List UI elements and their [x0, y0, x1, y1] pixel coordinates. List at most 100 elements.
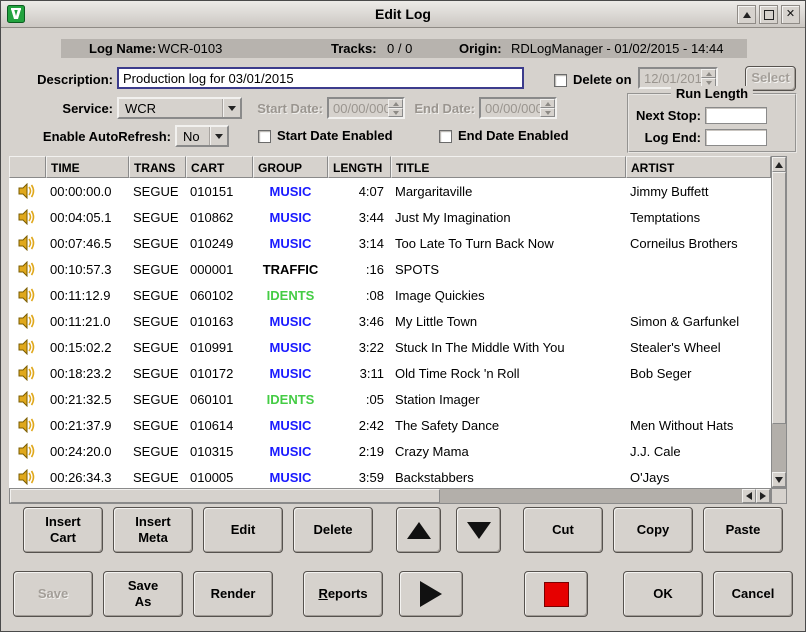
cell-time: 00:07:46.5 — [46, 236, 129, 251]
table-row[interactable]: 00:15:02.2 SEGUE 010991 MUSIC 3:22 Stuck… — [9, 334, 771, 360]
cut-button[interactable]: Cut — [523, 507, 603, 553]
speaker-icon — [18, 313, 37, 329]
save-button: Save — [13, 571, 93, 617]
cell-title: Old Time Rock 'n Roll — [391, 366, 626, 381]
tracks-label: Tracks: — [331, 41, 377, 56]
column-header[interactable]: TRANS — [129, 156, 186, 178]
cell-artist: Stealer's Wheel — [626, 340, 771, 355]
vertical-scroll-thumb[interactable] — [772, 172, 786, 424]
start-date-label: Start Date: — [245, 101, 323, 116]
table-row[interactable]: 00:11:21.0 SEGUE 010163 MUSIC 3:46 My Li… — [9, 308, 771, 334]
spin-up-icon — [545, 102, 551, 106]
start-date-value: 00/00/0000 — [329, 99, 388, 117]
spinner-arrows — [540, 99, 555, 117]
end-date-enabled-checkbox[interactable] — [439, 130, 452, 143]
move-up-button[interactable] — [396, 507, 441, 553]
cell-artist: J.J. Cale — [626, 444, 771, 459]
move-down-button[interactable] — [456, 507, 501, 553]
cell-group: MUSIC — [253, 470, 328, 485]
table-body: 00:00:00.0 SEGUE 010151 MUSIC 4:07 Marga… — [9, 178, 771, 488]
table-row[interactable]: 00:11:12.9 SEGUE 060102 IDENTS :08 Image… — [9, 282, 771, 308]
paste-button[interactable]: Paste — [703, 507, 783, 553]
delete-button[interactable]: Delete — [293, 507, 373, 553]
table-row[interactable]: 00:24:20.0 SEGUE 010315 MUSIC 2:19 Crazy… — [9, 438, 771, 464]
spin-up-button[interactable] — [701, 69, 716, 78]
table-row[interactable]: 00:26:34.3 SEGUE 010005 MUSIC 3:59 Backs… — [9, 464, 771, 488]
cell-title: Backstabbers — [391, 470, 626, 485]
scroll-down-button[interactable] — [772, 472, 786, 487]
cell-trans: SEGUE — [129, 340, 186, 355]
render-button[interactable]: Render — [193, 571, 273, 617]
table-row[interactable]: 00:00:00.0 SEGUE 010151 MUSIC 4:07 Marga… — [9, 178, 771, 204]
scroll-left-button[interactable] — [742, 489, 756, 503]
cell-cart: 010151 — [186, 184, 253, 199]
right-arrow-icon — [760, 492, 766, 500]
end-date-value: 00/00/0000 — [481, 99, 540, 117]
cell-length: 3:59 — [328, 470, 391, 485]
speaker-icon — [18, 391, 37, 407]
vertical-scrollbar[interactable] — [771, 156, 787, 488]
cell-artist: Simon & Garfunkel — [626, 314, 771, 329]
description-input[interactable] — [117, 67, 524, 89]
window-controls: ✕ — [737, 5, 800, 24]
shade-button[interactable] — [737, 5, 756, 24]
close-button[interactable]: ✕ — [781, 5, 800, 24]
stop-button[interactable] — [524, 571, 588, 617]
horizontal-scroll-thumb[interactable] — [10, 489, 440, 503]
horizontal-scrollbar[interactable] — [9, 488, 771, 504]
column-header[interactable] — [9, 156, 46, 178]
cell-cart: 060101 — [186, 392, 253, 407]
speaker-icon — [18, 339, 37, 355]
column-header[interactable]: CART — [186, 156, 253, 178]
cell-group: IDENTS — [253, 392, 328, 407]
cell-group: TRAFFIC — [253, 262, 328, 277]
chevron-down-icon — [215, 134, 223, 139]
table-row[interactable]: 00:04:05.1 SEGUE 010862 MUSIC 3:44 Just … — [9, 204, 771, 230]
cell-artist: Men Without Hats — [626, 418, 771, 433]
scroll-up-button[interactable] — [772, 157, 786, 172]
service-select[interactable]: WCR — [117, 97, 242, 119]
column-header[interactable]: ARTIST — [626, 156, 771, 178]
delete-on-checkbox[interactable] — [554, 74, 567, 87]
cell-cart: 010249 — [186, 236, 253, 251]
end-date-enabled-label: End Date Enabled — [458, 128, 569, 143]
down-arrow-icon — [775, 477, 783, 483]
cell-artist: Temptations — [626, 210, 771, 225]
column-header[interactable]: TITLE — [391, 156, 626, 178]
column-header[interactable]: LENGTH — [328, 156, 391, 178]
cell-cart: 010005 — [186, 470, 253, 485]
column-header[interactable]: TIME — [46, 156, 129, 178]
insert-meta-button[interactable]: Insert Meta — [113, 507, 193, 553]
cell-length: :05 — [328, 392, 391, 407]
table-row[interactable]: 00:10:57.3 SEGUE 000001 TRAFFIC :16 SPOT… — [9, 256, 771, 282]
table-row[interactable]: 00:07:46.5 SEGUE 010249 MUSIC 3:14 Too L… — [9, 230, 771, 256]
scroll-right-button[interactable] — [756, 489, 770, 503]
spin-up-icon — [706, 72, 712, 76]
play-button[interactable] — [399, 571, 463, 617]
cell-group: MUSIC — [253, 418, 328, 433]
cancel-button[interactable]: Cancel — [713, 571, 793, 617]
column-header[interactable]: GROUP — [253, 156, 328, 178]
table-row[interactable]: 00:18:23.2 SEGUE 010172 MUSIC 3:11 Old T… — [9, 360, 771, 386]
ok-button[interactable]: OK — [623, 571, 703, 617]
table-row[interactable]: 00:21:37.9 SEGUE 010614 MUSIC 2:42 The S… — [9, 412, 771, 438]
reports-button[interactable]: Reports — [303, 571, 383, 617]
table-row[interactable]: 00:21:32.5 SEGUE 060101 IDENTS :05 Stati… — [9, 386, 771, 412]
cell-length: 3:11 — [328, 366, 391, 381]
start-date-enabled-checkbox[interactable] — [258, 130, 271, 143]
up-arrow-icon — [775, 162, 783, 168]
speaker-icon — [18, 417, 37, 433]
cell-artist: O'Jays — [626, 470, 771, 485]
edit-button[interactable]: Edit — [203, 507, 283, 553]
run-length-title: Run Length — [671, 86, 753, 101]
tracks-value: 0 / 0 — [387, 41, 412, 56]
cell-artist: Bob Seger — [626, 366, 771, 381]
save-as-button[interactable]: Save As — [103, 571, 183, 617]
autorefresh-select[interactable]: No — [175, 125, 229, 147]
spin-down-button — [388, 108, 403, 117]
autorefresh-value: No — [177, 127, 209, 145]
copy-button[interactable]: Copy — [613, 507, 693, 553]
delete-on-label: Delete on — [573, 72, 632, 87]
insert-cart-button[interactable]: Insert Cart — [23, 507, 103, 553]
maximize-button[interactable] — [759, 5, 778, 24]
